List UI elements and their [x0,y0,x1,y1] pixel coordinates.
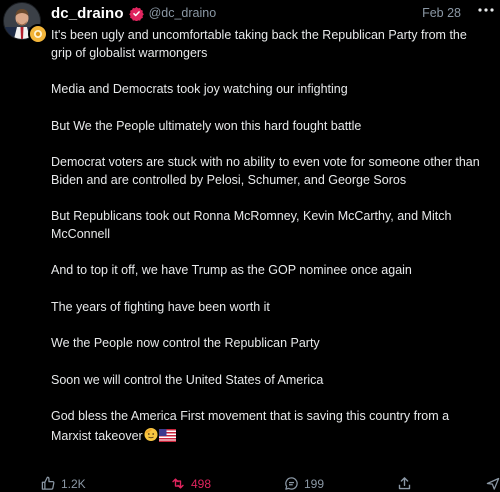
share-icon [398,477,411,490]
post-paragraph: And to top it off, we have Trump as the … [51,263,412,277]
thumbs-up-icon [41,476,55,490]
comment-icon [285,477,298,490]
post-paragraph: Media and Democrats took joy watching ou… [51,82,348,96]
action-bar: 1.2K 498 199 [40,476,500,492]
post-paragraph: It's been ugly and uncomfortable taking … [51,28,467,60]
post-paragraph: The years of fighting have been worth it [51,299,270,314]
comment-count: 199 [304,476,325,491]
repost-button[interactable]: 498 [170,476,211,491]
post-paragraph: But We the People ultimately won this ha… [51,118,362,133]
like-count: 1.2K [61,476,86,491]
comment-button[interactable]: 199 [284,476,324,491]
post-body: It's been ugly and uncomfortable taking … [51,27,491,466]
send-icon [486,477,500,490]
saluting-face-icon [143,426,159,448]
send-button[interactable] [485,476,500,491]
like-button[interactable]: 1.2K [40,476,86,491]
repost-count: 498 [191,476,212,491]
post-paragraph: But Republicans took out Ronna McRomney,… [51,209,452,241]
repost-icon [172,478,184,489]
post-paragraph-text: God bless the America First movement tha… [51,409,450,443]
post-paragraph: Soon we will control the United States o… [51,372,324,387]
post-paragraph-last: God bless the America First movement tha… [51,408,491,447]
post-paragraph: We the People now control the Republican… [51,336,320,350]
post-header: dc_draino @dc_draino Feb 28 [51,2,500,24]
avatar-badge-icon [28,24,48,44]
us-flag-icon [158,428,176,448]
more-horizontal-icon[interactable] [478,4,494,14]
display-name[interactable]: dc_draino [51,5,124,22]
post-card: dc_draino @dc_draino Feb 28 It's been ug… [0,0,500,491]
post-date[interactable]: Feb 28 [422,6,461,20]
share-button[interactable] [397,476,417,491]
verified-badge-icon [128,6,144,21]
post-paragraph: Democrat voters are stuck with no abilit… [51,155,480,187]
avatar-container[interactable] [3,2,48,44]
user-handle[interactable]: @dc_draino [149,6,217,20]
